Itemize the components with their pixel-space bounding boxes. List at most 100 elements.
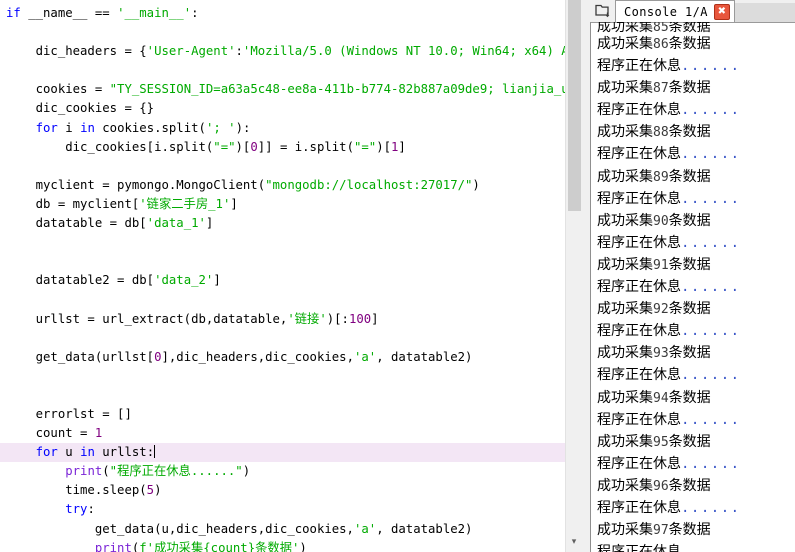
code-line[interactable]: get_data(u,dic_headers,dic_cookies,'a', … xyxy=(0,520,565,539)
code-token: u xyxy=(57,445,81,460)
console-output-line: 成功采集89条数据 xyxy=(597,166,795,188)
code-line[interactable] xyxy=(0,252,565,271)
console-text: 成功采集 xyxy=(597,301,653,318)
code-token: ): xyxy=(235,120,251,135)
console-output-line: 成功采集90条数据 xyxy=(597,210,795,232)
panel-splitter[interactable] xyxy=(581,0,590,552)
code-line[interactable] xyxy=(0,157,565,176)
code-line[interactable]: myclient = pymongo.MongoClient("mongodb:… xyxy=(0,176,565,195)
code-line[interactable]: db = myclient['链家二手房_1'] xyxy=(0,195,565,214)
console-text: 程序正在休息 xyxy=(597,279,681,296)
code-token: ] xyxy=(398,139,406,154)
code-line[interactable]: if __name__ == '__main__': xyxy=(0,4,565,23)
code-token: in xyxy=(80,445,95,460)
console-suffix: 条数据 xyxy=(668,36,711,52)
console-text: 程序正在休息 xyxy=(597,102,681,119)
console-tab-label: Console 1/A xyxy=(624,4,708,19)
code-token: dic_cookies[i.split( xyxy=(6,139,214,154)
console-count: 92 xyxy=(653,302,669,318)
code-line[interactable]: dic_cookies[i.split("=")[0]] = i.split("… xyxy=(0,138,565,157)
code-line[interactable]: dic_cookies = {} xyxy=(0,99,565,118)
console-output-line: 成功采集96条数据 xyxy=(597,475,795,497)
console-suffix: 条数据 xyxy=(668,477,711,494)
code-line[interactable] xyxy=(0,23,565,42)
code-token: '链接' xyxy=(287,311,327,326)
code-lines[interactable]: if __name__ == '__main__': dic_headers =… xyxy=(0,0,565,552)
code-token: ) xyxy=(472,177,480,192)
console-tab[interactable]: Console 1/A ✖ xyxy=(615,0,735,22)
code-token: dic_headers = { xyxy=(6,44,147,59)
console-ellipsis: ...... xyxy=(681,58,741,75)
scroll-down-arrow-icon[interactable]: ▾ xyxy=(566,534,582,550)
code-line[interactable]: count = 1 xyxy=(0,424,565,443)
code-token: try xyxy=(65,502,88,517)
code-token: i xyxy=(57,120,81,135)
code-line[interactable]: time.sleep(5) xyxy=(0,481,565,500)
console-count: 86 xyxy=(653,37,669,52)
code-line[interactable] xyxy=(0,386,565,405)
code-token: : xyxy=(191,6,199,20)
code-line[interactable] xyxy=(0,290,565,309)
code-token: '; ' xyxy=(205,120,236,135)
code-line[interactable]: urllst = url_extract(db,datatable,'链接')[… xyxy=(0,310,565,329)
console-ellipsis: ...... xyxy=(681,411,741,428)
console-output-line: 程序正在休息...... xyxy=(597,276,795,298)
code-line[interactable]: try: xyxy=(0,500,565,519)
code-token: errorlst = [] xyxy=(6,406,132,421)
code-line[interactable]: print(f'成功采集{count}条数据') xyxy=(0,539,565,552)
console-text: 成功采集 xyxy=(597,22,653,33)
console-output-line: 成功采集94条数据 xyxy=(597,387,795,409)
console-text: 成功采集 xyxy=(597,256,653,273)
console-text: 程序正在休息 xyxy=(597,323,681,340)
code-line-current[interactable]: for u in urllst: xyxy=(0,443,565,463)
code-line[interactable]: datatable = db['data_1'] xyxy=(0,214,565,233)
code-token: "mongodb://localhost:27017/" xyxy=(265,177,473,192)
code-line[interactable]: get_data(urllst[0],dic_headers,dic_cooki… xyxy=(0,348,565,367)
console-ellipsis: ...... xyxy=(681,146,741,163)
code-line[interactable] xyxy=(0,367,565,386)
code-line[interactable]: datatable2 = db['data_2'] xyxy=(0,271,565,290)
code-token: datatable = db[ xyxy=(6,216,147,231)
code-token: get_data(u,dic_headers,dic_cookies, xyxy=(6,521,354,536)
app-window: if __name__ == '__main__': dic_headers =… xyxy=(0,0,795,552)
code-line[interactable] xyxy=(0,61,565,80)
code-line[interactable]: errorlst = [] xyxy=(0,405,565,424)
code-line[interactable]: print("程序正在休息......") xyxy=(0,462,565,481)
code-token: print xyxy=(65,464,103,479)
code-token: time.sleep( xyxy=(6,483,147,498)
scrollbar-thumb[interactable] xyxy=(568,0,581,211)
code-token: ] xyxy=(205,216,214,231)
code-token: urllst: xyxy=(94,445,155,460)
code-token: ],dic_headers,dic_cookies, xyxy=(161,349,354,364)
code-token: ] xyxy=(230,196,238,211)
console-output-line: 成功采集92条数据 xyxy=(597,298,795,320)
folder-browse-icon[interactable] xyxy=(593,2,613,20)
console-text: 成功采集 xyxy=(597,124,653,141)
code-token: 5 xyxy=(146,483,155,498)
console-output-line: 程序正在休息...... xyxy=(597,55,795,77)
console-text: 程序正在休息 xyxy=(597,58,681,75)
console-output-line: 程序正在休息...... xyxy=(597,320,795,342)
text-caret xyxy=(154,445,156,459)
console-count: 91 xyxy=(653,257,669,273)
code-line[interactable]: for i in cookies.split('; '): xyxy=(0,119,565,138)
code-token: '链家二手房_1' xyxy=(139,196,231,211)
editor-vertical-scrollbar[interactable]: ▾ xyxy=(565,0,582,552)
code-line[interactable] xyxy=(0,233,565,252)
console-output[interactable]: 成功采集85条数据 成功采集86条数据 程序正在休息...... 成功采集87条数据程… xyxy=(590,22,795,552)
code-line[interactable]: cookies = "TY_SESSION_ID=a63a5c48-ee8a-4… xyxy=(0,80,565,99)
code-token: print xyxy=(94,540,132,552)
code-token: 100 xyxy=(348,311,372,326)
console-suffix: 条数据 xyxy=(668,212,711,229)
code-token: 0 xyxy=(250,139,258,154)
code-token: for xyxy=(35,445,58,460)
code-token: get_data(urllst[ xyxy=(6,349,155,364)
code-line[interactable] xyxy=(0,329,565,348)
code-token: ) xyxy=(242,464,251,479)
code-editor[interactable]: if __name__ == '__main__': dic_headers =… xyxy=(0,0,565,552)
code-token: if xyxy=(6,6,29,20)
code-line[interactable]: dic_headers = {'User-Agent':'Mozilla/5.0… xyxy=(0,42,565,61)
close-icon[interactable]: ✖ xyxy=(713,3,730,20)
